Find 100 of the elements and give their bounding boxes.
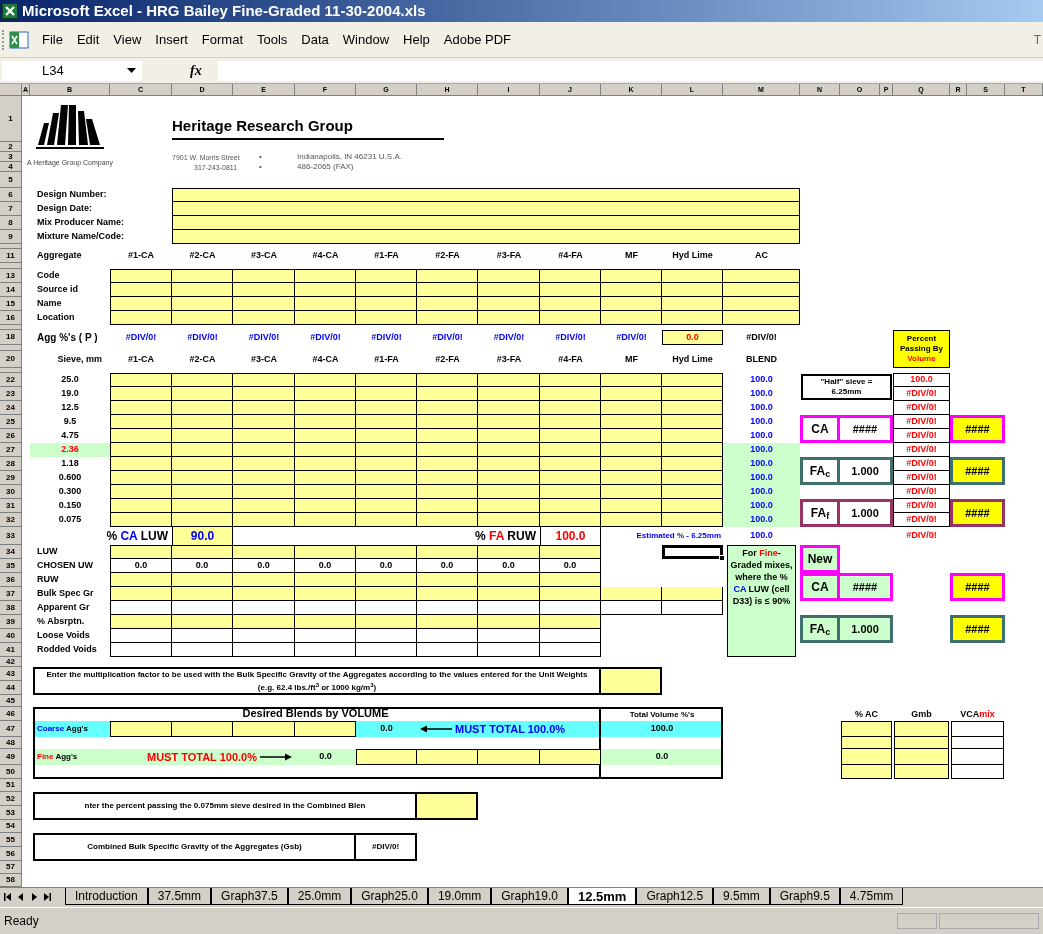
row-header[interactable]: 13 — [0, 269, 22, 283]
input-cell[interactable] — [233, 615, 295, 629]
input-cell[interactable] — [662, 513, 723, 527]
input-cell[interactable] — [172, 429, 233, 443]
row-header[interactable]: 48 — [0, 737, 22, 749]
input-cell[interactable] — [417, 573, 478, 587]
spreadsheet-icon[interactable] — [9, 30, 29, 49]
input-cell[interactable] — [295, 721, 356, 737]
input-cell[interactable] — [356, 513, 417, 527]
input-cell[interactable] — [356, 485, 417, 499]
input-cell[interactable] — [540, 749, 601, 765]
input-cell[interactable] — [233, 471, 295, 485]
menu-item[interactable]: Help — [396, 27, 437, 52]
row-header[interactable]: 38 — [0, 601, 22, 615]
input-cell[interactable] — [662, 297, 723, 311]
input-cell[interactable] — [662, 283, 723, 297]
input-cell[interactable] — [478, 545, 540, 559]
input-cell[interactable] — [662, 415, 723, 429]
input-cell[interactable] — [356, 629, 417, 643]
input-cell[interactable] — [110, 297, 172, 311]
input-cell[interactable] — [540, 513, 601, 527]
input-field[interactable] — [172, 216, 800, 230]
row-header[interactable]: 26 — [0, 429, 22, 443]
input-cell[interactable] — [417, 545, 478, 559]
input-cell[interactable] — [172, 721, 233, 737]
input-cell[interactable] — [110, 601, 172, 615]
input-cell[interactable] — [540, 311, 601, 325]
row-header[interactable]: 25 — [0, 415, 22, 429]
input-cell[interactable] — [356, 415, 417, 429]
input-cell[interactable] — [601, 667, 662, 695]
menu-item[interactable]: Data — [294, 27, 336, 52]
row-header[interactable]: 52 — [0, 792, 22, 806]
input-cell[interactable] — [601, 311, 662, 325]
input-cell[interactable] — [233, 415, 295, 429]
row-header[interactable]: 23 — [0, 387, 22, 401]
input-cell[interactable] — [540, 573, 601, 587]
row-header[interactable]: 3 — [0, 152, 22, 162]
input-cell[interactable] — [662, 471, 723, 485]
input-cell[interactable] — [894, 721, 949, 737]
row-header[interactable] — [0, 345, 22, 351]
input-cell[interactable] — [172, 401, 233, 415]
input-cell[interactable]: 90.0 — [172, 527, 233, 545]
input-cell[interactable] — [172, 573, 233, 587]
input-cell[interactable] — [295, 429, 356, 443]
input-cell[interactable] — [295, 601, 356, 615]
row-header[interactable]: 49 — [0, 749, 22, 765]
input-cell[interactable] — [172, 283, 233, 297]
input-cell[interactable] — [233, 721, 295, 737]
menu-item[interactable]: View — [106, 27, 149, 52]
input-cell[interactable] — [233, 311, 295, 325]
input-cell[interactable] — [417, 513, 478, 527]
input-cell[interactable] — [417, 587, 478, 601]
input-cell[interactable] — [110, 401, 172, 415]
input-cell[interactable] — [478, 499, 540, 513]
input-cell[interactable] — [295, 485, 356, 499]
input-cell[interactable] — [295, 443, 356, 457]
input-cell[interactable] — [233, 513, 295, 527]
input-cell[interactable] — [417, 311, 478, 325]
input-cell[interactable] — [417, 499, 478, 513]
row-header[interactable]: 16 — [0, 311, 22, 325]
input-cell[interactable] — [172, 269, 233, 283]
input-cell[interactable] — [417, 415, 478, 429]
input-field[interactable] — [172, 202, 800, 216]
row-header[interactable]: 37 — [0, 587, 22, 601]
input-cell[interactable] — [356, 311, 417, 325]
input-cell[interactable] — [233, 457, 295, 471]
input-cell[interactable] — [233, 373, 295, 387]
row-header[interactable]: 45 — [0, 695, 22, 707]
row-header[interactable]: 4 — [0, 162, 22, 172]
input-cell[interactable] — [417, 643, 478, 657]
sheet-tab[interactable]: 19.0mm — [427, 888, 492, 905]
row-header[interactable]: 5 — [0, 172, 22, 188]
menu-item[interactable]: File — [35, 27, 70, 52]
input-cell[interactable] — [110, 283, 172, 297]
input-cell[interactable] — [295, 513, 356, 527]
input-cell[interactable] — [601, 415, 662, 429]
input-cell[interactable] — [110, 429, 172, 443]
input-cell[interactable] — [356, 283, 417, 297]
sheet-tab[interactable]: Introduction — [65, 888, 148, 905]
input-cell[interactable] — [233, 587, 295, 601]
input-cell[interactable] — [295, 311, 356, 325]
input-cell[interactable] — [540, 545, 601, 559]
input-cell[interactable] — [601, 443, 662, 457]
next-sheet-icon[interactable] — [30, 893, 38, 901]
input-cell[interactable] — [356, 749, 417, 765]
row-header[interactable]: 58 — [0, 874, 22, 887]
menu-item[interactable]: Adobe PDF — [436, 27, 519, 52]
input-cell[interactable] — [356, 615, 417, 629]
input-cell[interactable] — [662, 499, 723, 513]
row-header[interactable]: 24 — [0, 401, 22, 415]
input-cell[interactable] — [172, 643, 233, 657]
input-cell[interactable] — [662, 311, 723, 325]
input-cell[interactable] — [295, 373, 356, 387]
menu-item[interactable]: Insert — [148, 27, 195, 52]
input-cell[interactable] — [417, 792, 478, 820]
row-header[interactable]: 40 — [0, 629, 22, 643]
input-field[interactable] — [172, 188, 800, 202]
input-cell[interactable] — [417, 749, 478, 765]
input-cell[interactable] — [172, 587, 233, 601]
input-cell[interactable] — [478, 443, 540, 457]
